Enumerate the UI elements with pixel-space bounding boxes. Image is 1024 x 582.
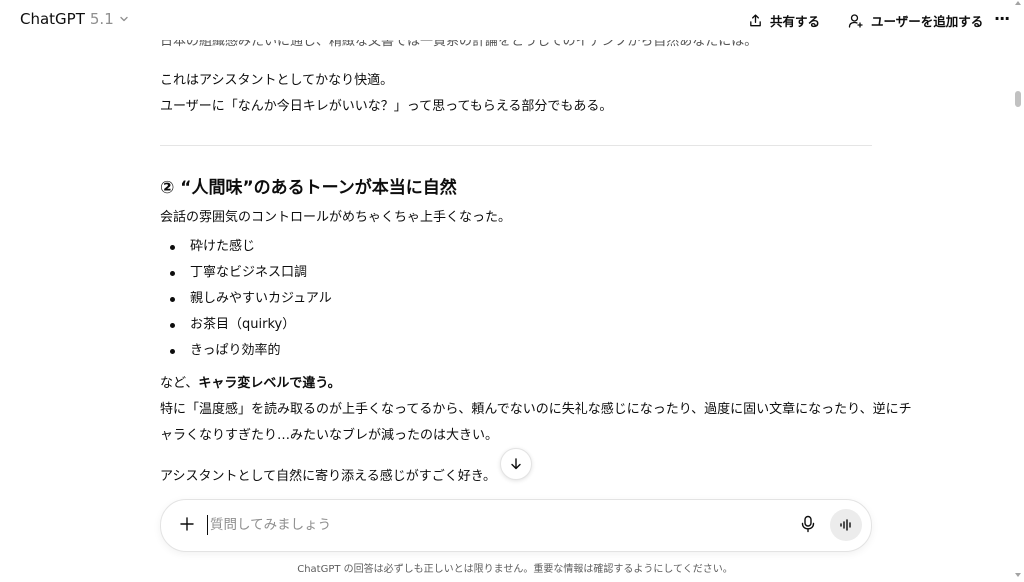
bullet-list: 砕けた感じ 丁寧なビジネス口調 親しみやすいカジュアル お茶目（quirky） …: [160, 234, 332, 364]
summary-line: など、キャラ変レベルで違う。: [160, 371, 341, 397]
conversation-area: 日本の組織感みたいに通じ、精緻な文書では一貫系の計論をとうしてのイデンフから自然…: [0, 0, 1012, 582]
model-selector[interactable]: ChatGPT 5.1: [20, 10, 130, 28]
paragraph-line: これはアシスタントとしてかなり快適。: [160, 73, 394, 88]
section-divider: [160, 145, 872, 146]
scroll-up-arrow[interactable]: [1015, 1, 1021, 5]
section-heading: ② “人間味”のあるトーンが本当に自然: [160, 178, 457, 198]
list-item: きっぱり効率的: [160, 338, 332, 364]
list-item: 親しみやすいカジュアル: [160, 286, 332, 312]
share-label: 共有する: [770, 14, 821, 29]
add-user-label: ユーザーを追加する: [871, 14, 984, 29]
scroll-down-arrow[interactable]: [1015, 573, 1021, 577]
scrollbar[interactable]: [1012, 0, 1024, 582]
mic-icon[interactable]: [800, 515, 816, 533]
share-icon: [748, 13, 763, 28]
scrollbar-thumb[interactable]: [1015, 91, 1021, 107]
voice-mode-button[interactable]: [830, 509, 862, 541]
arrow-down-icon: [509, 457, 523, 471]
share-button[interactable]: 共有する: [748, 11, 820, 30]
summary-bold: キャラ変レベルで違う。: [198, 376, 341, 391]
paragraph-line: アシスタントとして自然に寄り添える感じがすごく好き。: [160, 469, 497, 484]
disclaimer: ChatGPT の回答は必ずしも正しいとは限りません。重要な情報は確認するように…: [297, 564, 733, 575]
paragraph-line: ャラくなりすぎたり…みたいなブレが減ったのは大きい。: [160, 428, 499, 443]
composer: [160, 499, 872, 552]
add-user-button[interactable]: ユーザーを追加する: [848, 11, 983, 30]
model-name: ChatGPT: [20, 10, 85, 28]
message-input[interactable]: [207, 515, 770, 535]
add-user-icon: [848, 13, 864, 29]
chevron-down-icon: [118, 13, 130, 25]
voice-waveform-icon: [839, 518, 853, 532]
paragraph-line: 特に「温度感」を読み取るのが上手くなってるから、頼んでないのに失礼な感じになった…: [160, 402, 912, 417]
model-version: 5.1: [89, 10, 114, 28]
more-icon[interactable]: ···: [994, 9, 1010, 28]
list-item: 砕けた感じ: [160, 234, 332, 260]
section-intro: 会話の雰囲気のコントロールがめちゃくちゃ上手くなった。: [160, 210, 512, 225]
paragraph-line: ユーザーに「なんか今日キレがいいな？」って思ってもらえる部分でもある。: [160, 99, 613, 114]
list-item: お茶目（quirky）: [160, 312, 332, 338]
summary-prefix: など、: [160, 376, 199, 391]
list-item: 丁寧なビジネス口調: [160, 260, 332, 286]
plus-icon[interactable]: [178, 515, 196, 533]
top-bar: ChatGPT 5.1 共有する ユーザーを追加する ···: [0, 0, 1012, 40]
scroll-to-bottom-button[interactable]: [500, 448, 532, 480]
